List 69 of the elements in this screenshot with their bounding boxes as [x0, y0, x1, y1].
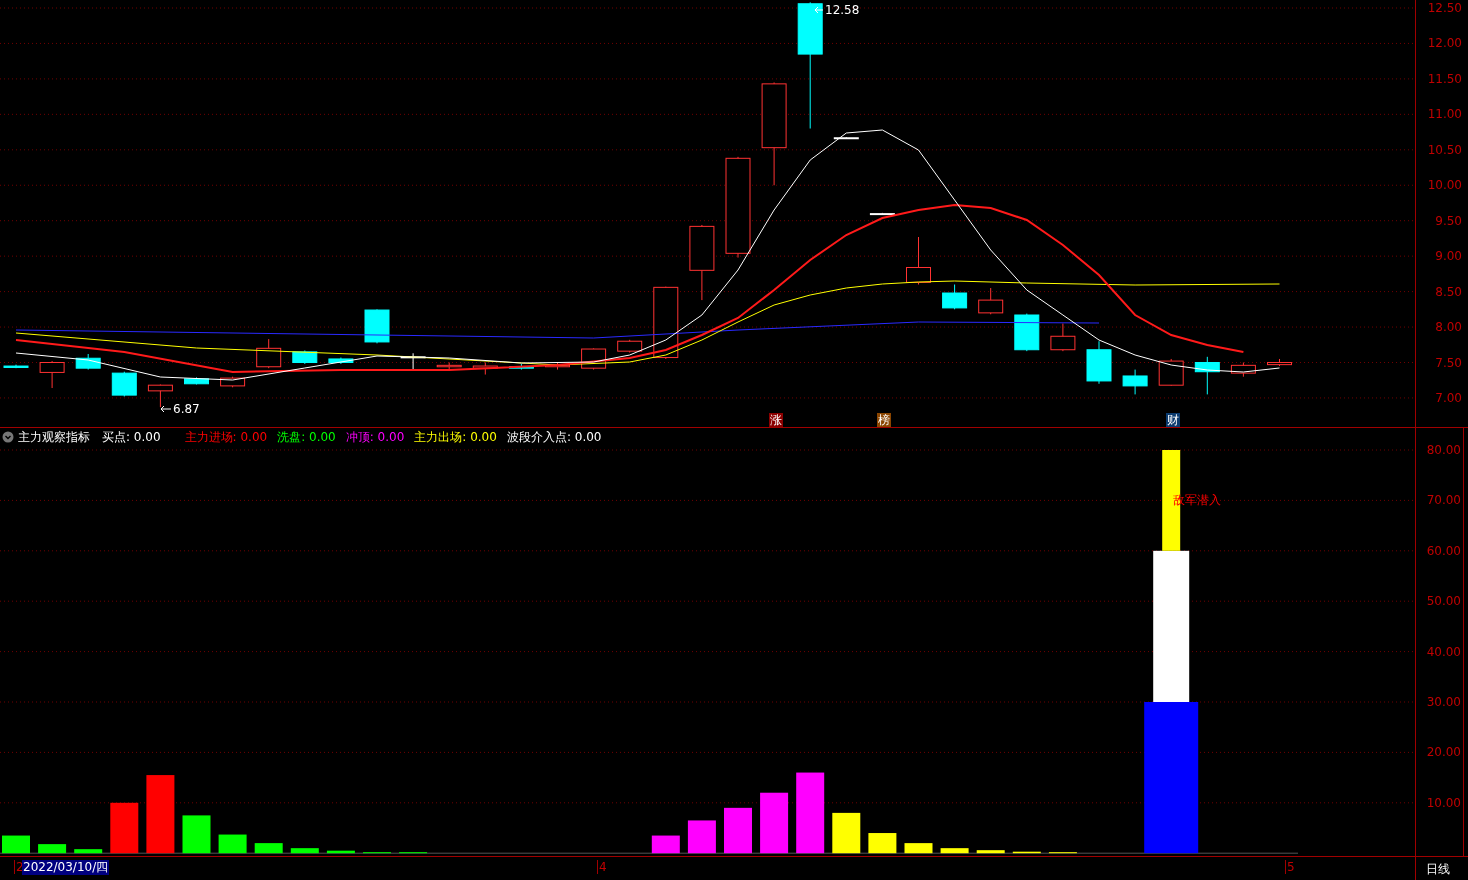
axis-label: 10.00: [1426, 795, 1461, 810]
axis-label: 20.00: [1426, 745, 1461, 760]
month-label: 5: [1285, 860, 1295, 874]
event-badge[interactable]: 涨: [769, 413, 783, 427]
arrow-icon: [160, 405, 172, 413]
indicator-value: 主力进场: 0.00: [184, 429, 268, 446]
candlestick: [545, 362, 570, 371]
candlestick: [906, 236, 931, 285]
candlestick: [833, 136, 859, 140]
axis-label: 10.00: [1427, 178, 1462, 193]
candlestick: [400, 352, 426, 372]
candlestick: [942, 284, 968, 310]
candlestick: [869, 212, 895, 216]
axis-label: 7.00: [1435, 390, 1462, 405]
cursor-date-label: 2022/03/10/四: [22, 860, 110, 875]
period-label[interactable]: 日线: [1415, 857, 1468, 880]
indicator-value: 洗盘: 0.00: [277, 429, 336, 446]
candlestick: [978, 287, 1004, 315]
axis-label: 30.00: [1426, 695, 1461, 709]
candlestick: [1014, 313, 1040, 352]
axis-label: 7.50: [1435, 355, 1462, 370]
candlestick: [508, 363, 534, 371]
candlestick: [328, 357, 354, 365]
candlestick: [184, 376, 209, 385]
axis-label: 9.00: [1435, 249, 1462, 264]
axis-label: 8.50: [1435, 284, 1462, 299]
axis-label: 12.00: [1427, 36, 1462, 51]
indicator-value: 主力出场: 0.00: [414, 429, 497, 446]
candlestick: [1086, 340, 1112, 385]
candlestick: [256, 338, 282, 369]
candlestick: [1267, 358, 1292, 367]
axis-label: 8.00: [1435, 320, 1462, 335]
axis-label: 11.50: [1427, 71, 1462, 86]
indicator-value: 波段介入点: 0.00: [506, 429, 602, 446]
candlestick: [1230, 362, 1256, 378]
month-label: 4: [597, 860, 607, 874]
candlestick: [292, 349, 318, 365]
price-label: 6.87: [173, 401, 200, 418]
axis-label: 9.50: [1435, 213, 1462, 228]
indicator-name: 主力观察指标: [18, 429, 90, 446]
indicator-value: 冲顶: 0.00: [345, 429, 405, 446]
axis-label: 10.50: [1427, 142, 1462, 157]
price-label: 12.58: [825, 2, 860, 19]
candlestick: [364, 308, 390, 344]
axis-label: 12.50: [1427, 1, 1462, 15]
axis-label: 60.00: [1426, 543, 1461, 558]
axis-label: 40.00: [1426, 644, 1461, 659]
indicator-value: 买点: 0.00: [102, 429, 161, 446]
collapse-icon[interactable]: [2, 431, 14, 443]
candlestick: [147, 384, 173, 408]
candlestick: [111, 371, 137, 398]
candlestick: [436, 362, 462, 371]
candlestick: [617, 339, 643, 354]
candlestick: [1158, 358, 1184, 387]
candlestick: [75, 353, 101, 371]
candlestick: [220, 376, 246, 388]
axis-label: 70.00: [1426, 493, 1461, 508]
candlestick: [1194, 356, 1220, 395]
candlestick: [39, 360, 65, 389]
axis-label: 11.00: [1427, 107, 1462, 122]
candlestick: [1050, 323, 1076, 352]
axis-label: 80.00: [1426, 443, 1461, 457]
axis-label: 50.00: [1426, 594, 1461, 609]
arrow-icon: [814, 6, 824, 14]
event-badge[interactable]: 榜: [877, 413, 891, 427]
candlestick: [472, 362, 498, 376]
candlestick: [3, 364, 29, 369]
event-badge[interactable]: 财: [1166, 413, 1180, 427]
candlestick: [1122, 369, 1148, 395]
